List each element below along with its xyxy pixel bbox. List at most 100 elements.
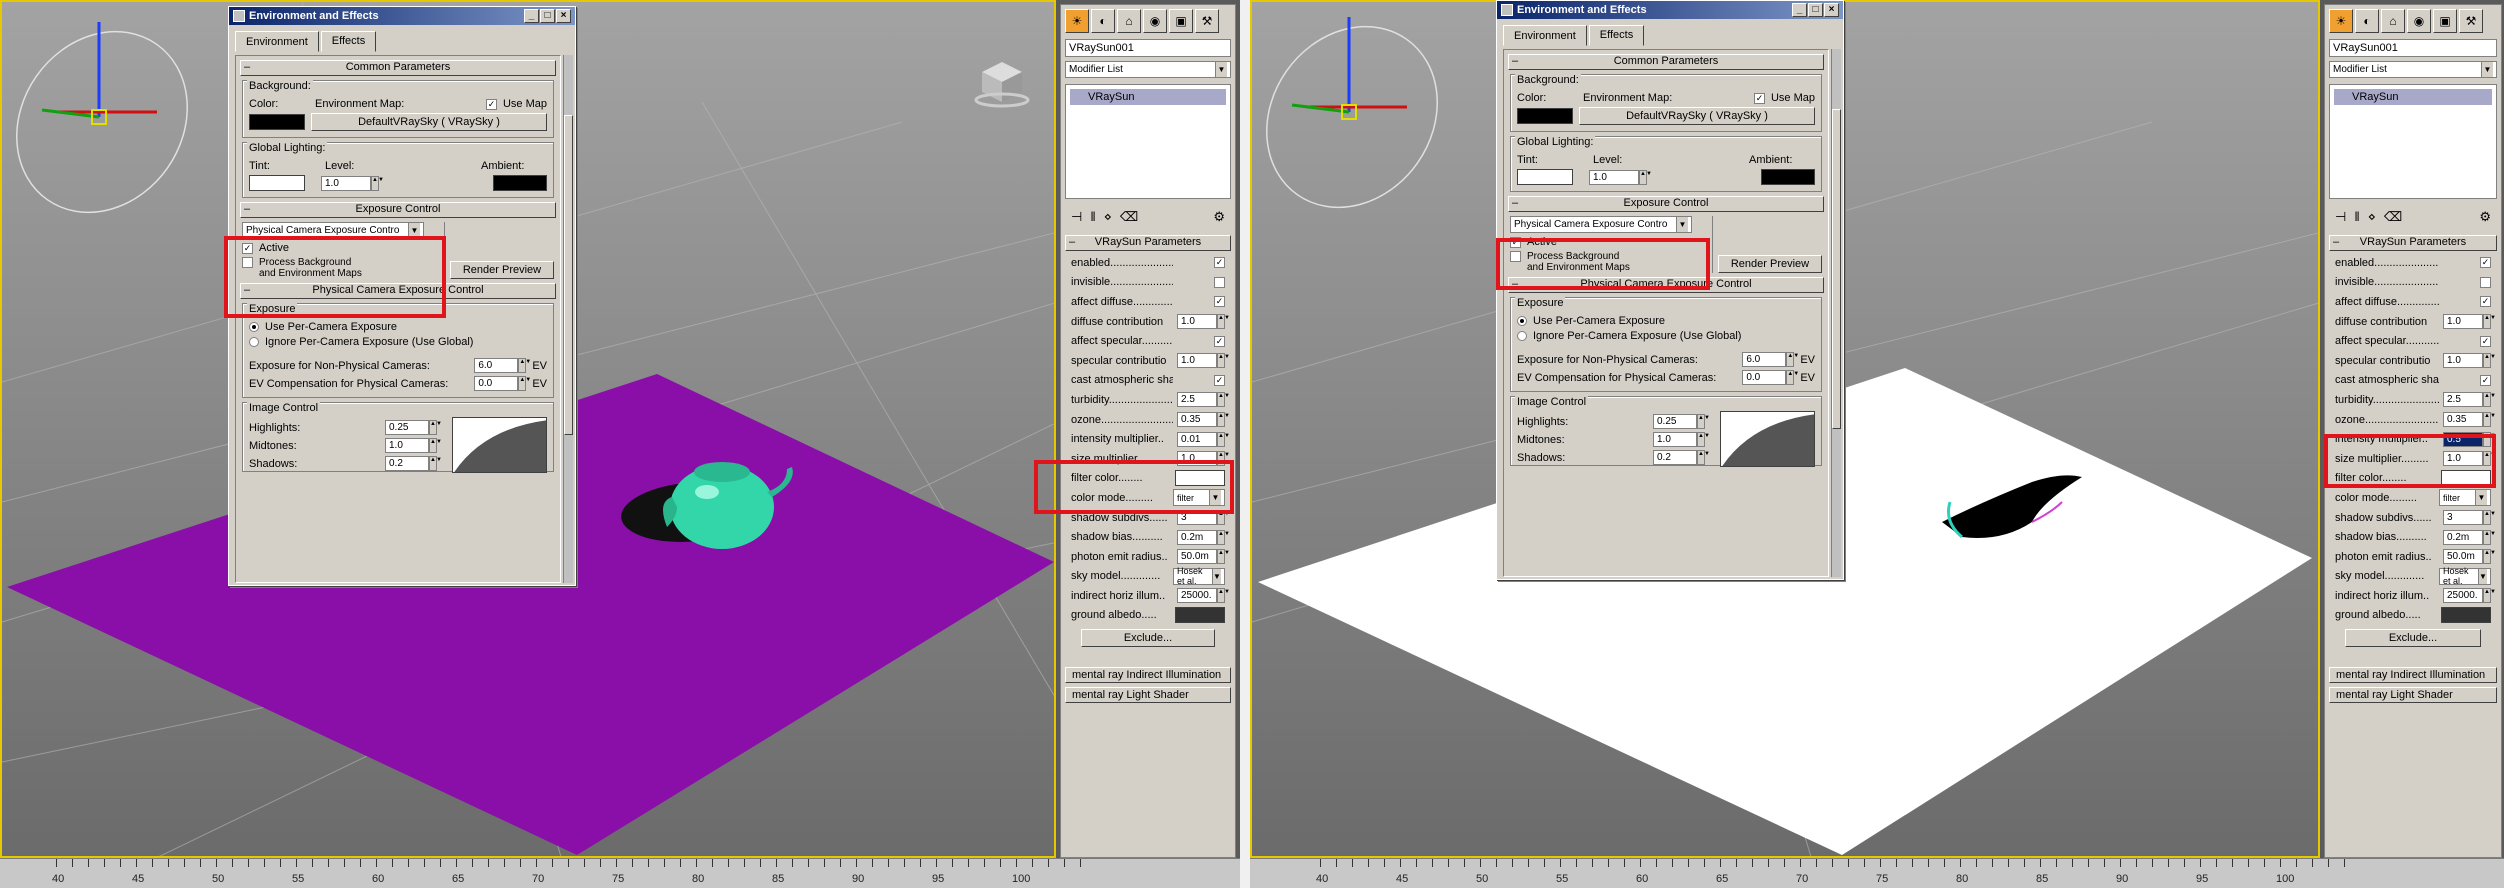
param-spinner[interactable]: 50.0m ▲▼ (1177, 549, 1230, 565)
param-value[interactable]: 0.2m (2443, 529, 2483, 545)
param-spinner[interactable]: 0.35 ▲▼ (1177, 412, 1230, 428)
modify-icon[interactable]: ◐ (2355, 9, 2379, 33)
param-value[interactable]: 1.0 (2443, 314, 2483, 330)
dialog-titlebar[interactable]: Environment and Effects _ □ × (1497, 1, 1843, 19)
maximize-button[interactable]: □ (540, 9, 555, 23)
param-spinner[interactable]: 3 ▲▼ (2443, 510, 2496, 526)
param-value[interactable]: 3 (2443, 510, 2483, 526)
remove-icon[interactable]: ⌫ (2384, 209, 2402, 225)
mr-light-shader-rollout[interactable]: mental ray Light Shader (2329, 687, 2497, 704)
env-map-button[interactable]: DefaultVRaySky ( VRaySky ) (311, 113, 547, 131)
vraysun-rollout[interactable]: – VRaySun Parameters (1065, 235, 1231, 251)
modify-icon[interactable]: ◐ (1091, 9, 1115, 33)
param-value[interactable]: 50.0m (2443, 549, 2483, 565)
param-spinner[interactable]: 25000. ▲▼ (2443, 588, 2496, 604)
highlights-value[interactable]: 0.25 (1653, 414, 1697, 429)
close-button[interactable]: × (556, 9, 571, 23)
unique-icon[interactable]: ⋄ (2368, 209, 2376, 225)
spinner-arrows[interactable]: ▲▼ (371, 175, 384, 191)
shadows-spinner[interactable]: 0.2 ▲▼ (385, 456, 442, 471)
param-checkbox[interactable]: ✓ (2480, 335, 2491, 347)
ground-albedo-swatch[interactable] (1175, 607, 1225, 624)
hierarchy-icon[interactable]: ⌂ (1117, 9, 1141, 33)
level-spinner[interactable]: 1.0 ▲▼ (321, 175, 384, 191)
param-spinner[interactable]: 2.5 ▲▼ (2443, 392, 2496, 408)
exp-nonphys-spinner[interactable]: 6.0 ▲▼ (474, 358, 531, 373)
param-checkbox[interactable]: ✓ (2480, 296, 2491, 308)
rollout-exposure-control[interactable]: – Exposure Control (240, 202, 556, 218)
dialog-scrollbar[interactable] (1831, 49, 1841, 577)
tint-swatch[interactable] (1517, 169, 1573, 185)
utilities-icon[interactable]: ⚒ (1195, 9, 1219, 33)
configure-icon[interactable]: ⚙ (2479, 209, 2491, 225)
display-icon[interactable]: ▣ (2433, 9, 2457, 33)
unique-icon[interactable]: ⋄ (1104, 209, 1112, 225)
shadows-spinner[interactable]: 0.2 ▲▼ (1653, 450, 1710, 465)
exposure-dropdown[interactable]: Physical Camera Exposure Contro ▼ (1510, 216, 1692, 233)
param-value[interactable]: 0.01 (1177, 431, 1217, 447)
show-end-icon[interactable]: ‖ (2354, 209, 2359, 225)
stack-item[interactable]: VRaySun (2334, 89, 2492, 105)
param-spinner[interactable]: 1.0 ▲▼ (1177, 353, 1230, 369)
param-value[interactable]: 0.35 (2443, 412, 2483, 428)
hierarchy-icon[interactable]: ⌂ (2381, 9, 2405, 33)
param-checkbox[interactable]: ✓ (1214, 374, 1225, 386)
display-icon[interactable]: ▣ (1169, 9, 1193, 33)
param-value[interactable]: 2.5 (1177, 392, 1217, 408)
pin-icon[interactable]: ⊣ (1071, 209, 1082, 225)
exp-nonphys-spinner[interactable]: 6.0 ▲▼ (1742, 352, 1799, 367)
tint-swatch[interactable] (249, 175, 305, 191)
mr-light-shader-rollout[interactable]: mental ray Light Shader (1065, 687, 1231, 704)
dialog-scrollbar[interactable] (563, 55, 573, 583)
create-icon[interactable]: ☀ (2329, 9, 2353, 33)
param-spinner[interactable]: 0.2m ▲▼ (1177, 529, 1230, 545)
modifier-list-dropdown[interactable]: Modifier List ▼ (2329, 61, 2497, 78)
use-per-camera-radio[interactable] (249, 322, 259, 332)
param-checkbox[interactable]: ✓ (1214, 296, 1225, 308)
param-value[interactable]: 0.35 (1177, 412, 1217, 428)
ambient-swatch[interactable] (493, 175, 547, 191)
rollout-exposure-control[interactable]: – Exposure Control (1508, 196, 1824, 212)
background-color-swatch[interactable] (1517, 108, 1573, 124)
use-per-camera-radio[interactable] (1517, 316, 1527, 326)
param-checkbox[interactable]: ✓ (2480, 374, 2491, 386)
param-dropdown[interactable]: filter ▼ (2439, 489, 2491, 507)
show-end-icon[interactable]: ‖ (1090, 209, 1095, 225)
timeline-ruler[interactable]: 40 45 50 55 60 65 70 75 80 85 90 95 100 (0, 858, 1240, 888)
param-value[interactable]: 25000. (2443, 588, 2483, 604)
ignore-per-camera-radio[interactable] (249, 337, 259, 347)
param-value[interactable]: 25000. (1177, 588, 1217, 604)
modifier-stack[interactable]: VRaySun (1065, 84, 1231, 199)
tab-effects[interactable]: Effects (320, 31, 377, 52)
param-spinner[interactable]: 1.0 ▲▼ (2443, 353, 2496, 369)
exp-nonphys-value[interactable]: 6.0 (1742, 352, 1787, 367)
utilities-icon[interactable]: ⚒ (2459, 9, 2483, 33)
minimize-button[interactable]: _ (1792, 3, 1807, 17)
exclude-button[interactable]: Exclude... (2345, 629, 2481, 648)
use-map-checkbox[interactable]: ✓ (485, 98, 497, 110)
rollout-common-parameters[interactable]: – Common Parameters (1508, 54, 1824, 70)
param-value[interactable]: 50.0m (1177, 549, 1217, 565)
remove-icon[interactable]: ⌫ (1120, 209, 1138, 225)
close-button[interactable]: × (1824, 3, 1839, 17)
shadows-value[interactable]: 0.2 (1653, 450, 1697, 465)
exp-nonphys-value[interactable]: 6.0 (474, 358, 519, 373)
pin-icon[interactable]: ⊣ (2335, 209, 2346, 225)
param-checkbox[interactable] (1214, 276, 1225, 288)
param-spinner[interactable]: 2.5 ▲▼ (1177, 392, 1230, 408)
render-preview-button[interactable]: Render Preview (450, 261, 554, 279)
ground-albedo-swatch[interactable] (2441, 607, 2491, 624)
param-value[interactable]: 1.0 (1177, 353, 1217, 369)
param-value[interactable]: 1.0 (2443, 353, 2483, 369)
shadows-value[interactable]: 0.2 (385, 456, 429, 471)
motion-icon[interactable]: ◉ (1143, 9, 1167, 33)
object-name-field[interactable]: VRaySun001 (2329, 39, 2497, 57)
ambient-swatch[interactable] (1761, 169, 1815, 185)
midtones-value[interactable]: 1.0 (385, 438, 429, 453)
use-map-checkbox[interactable]: ✓ (1753, 92, 1765, 104)
param-spinner[interactable]: 25000. ▲▼ (1177, 588, 1230, 604)
highlights-value[interactable]: 0.25 (385, 420, 429, 435)
param-dropdown[interactable]: Hosek et al. ▼ (1173, 566, 1225, 586)
midtones-value[interactable]: 1.0 (1653, 432, 1697, 447)
param-checkbox[interactable]: ✓ (2480, 257, 2491, 269)
